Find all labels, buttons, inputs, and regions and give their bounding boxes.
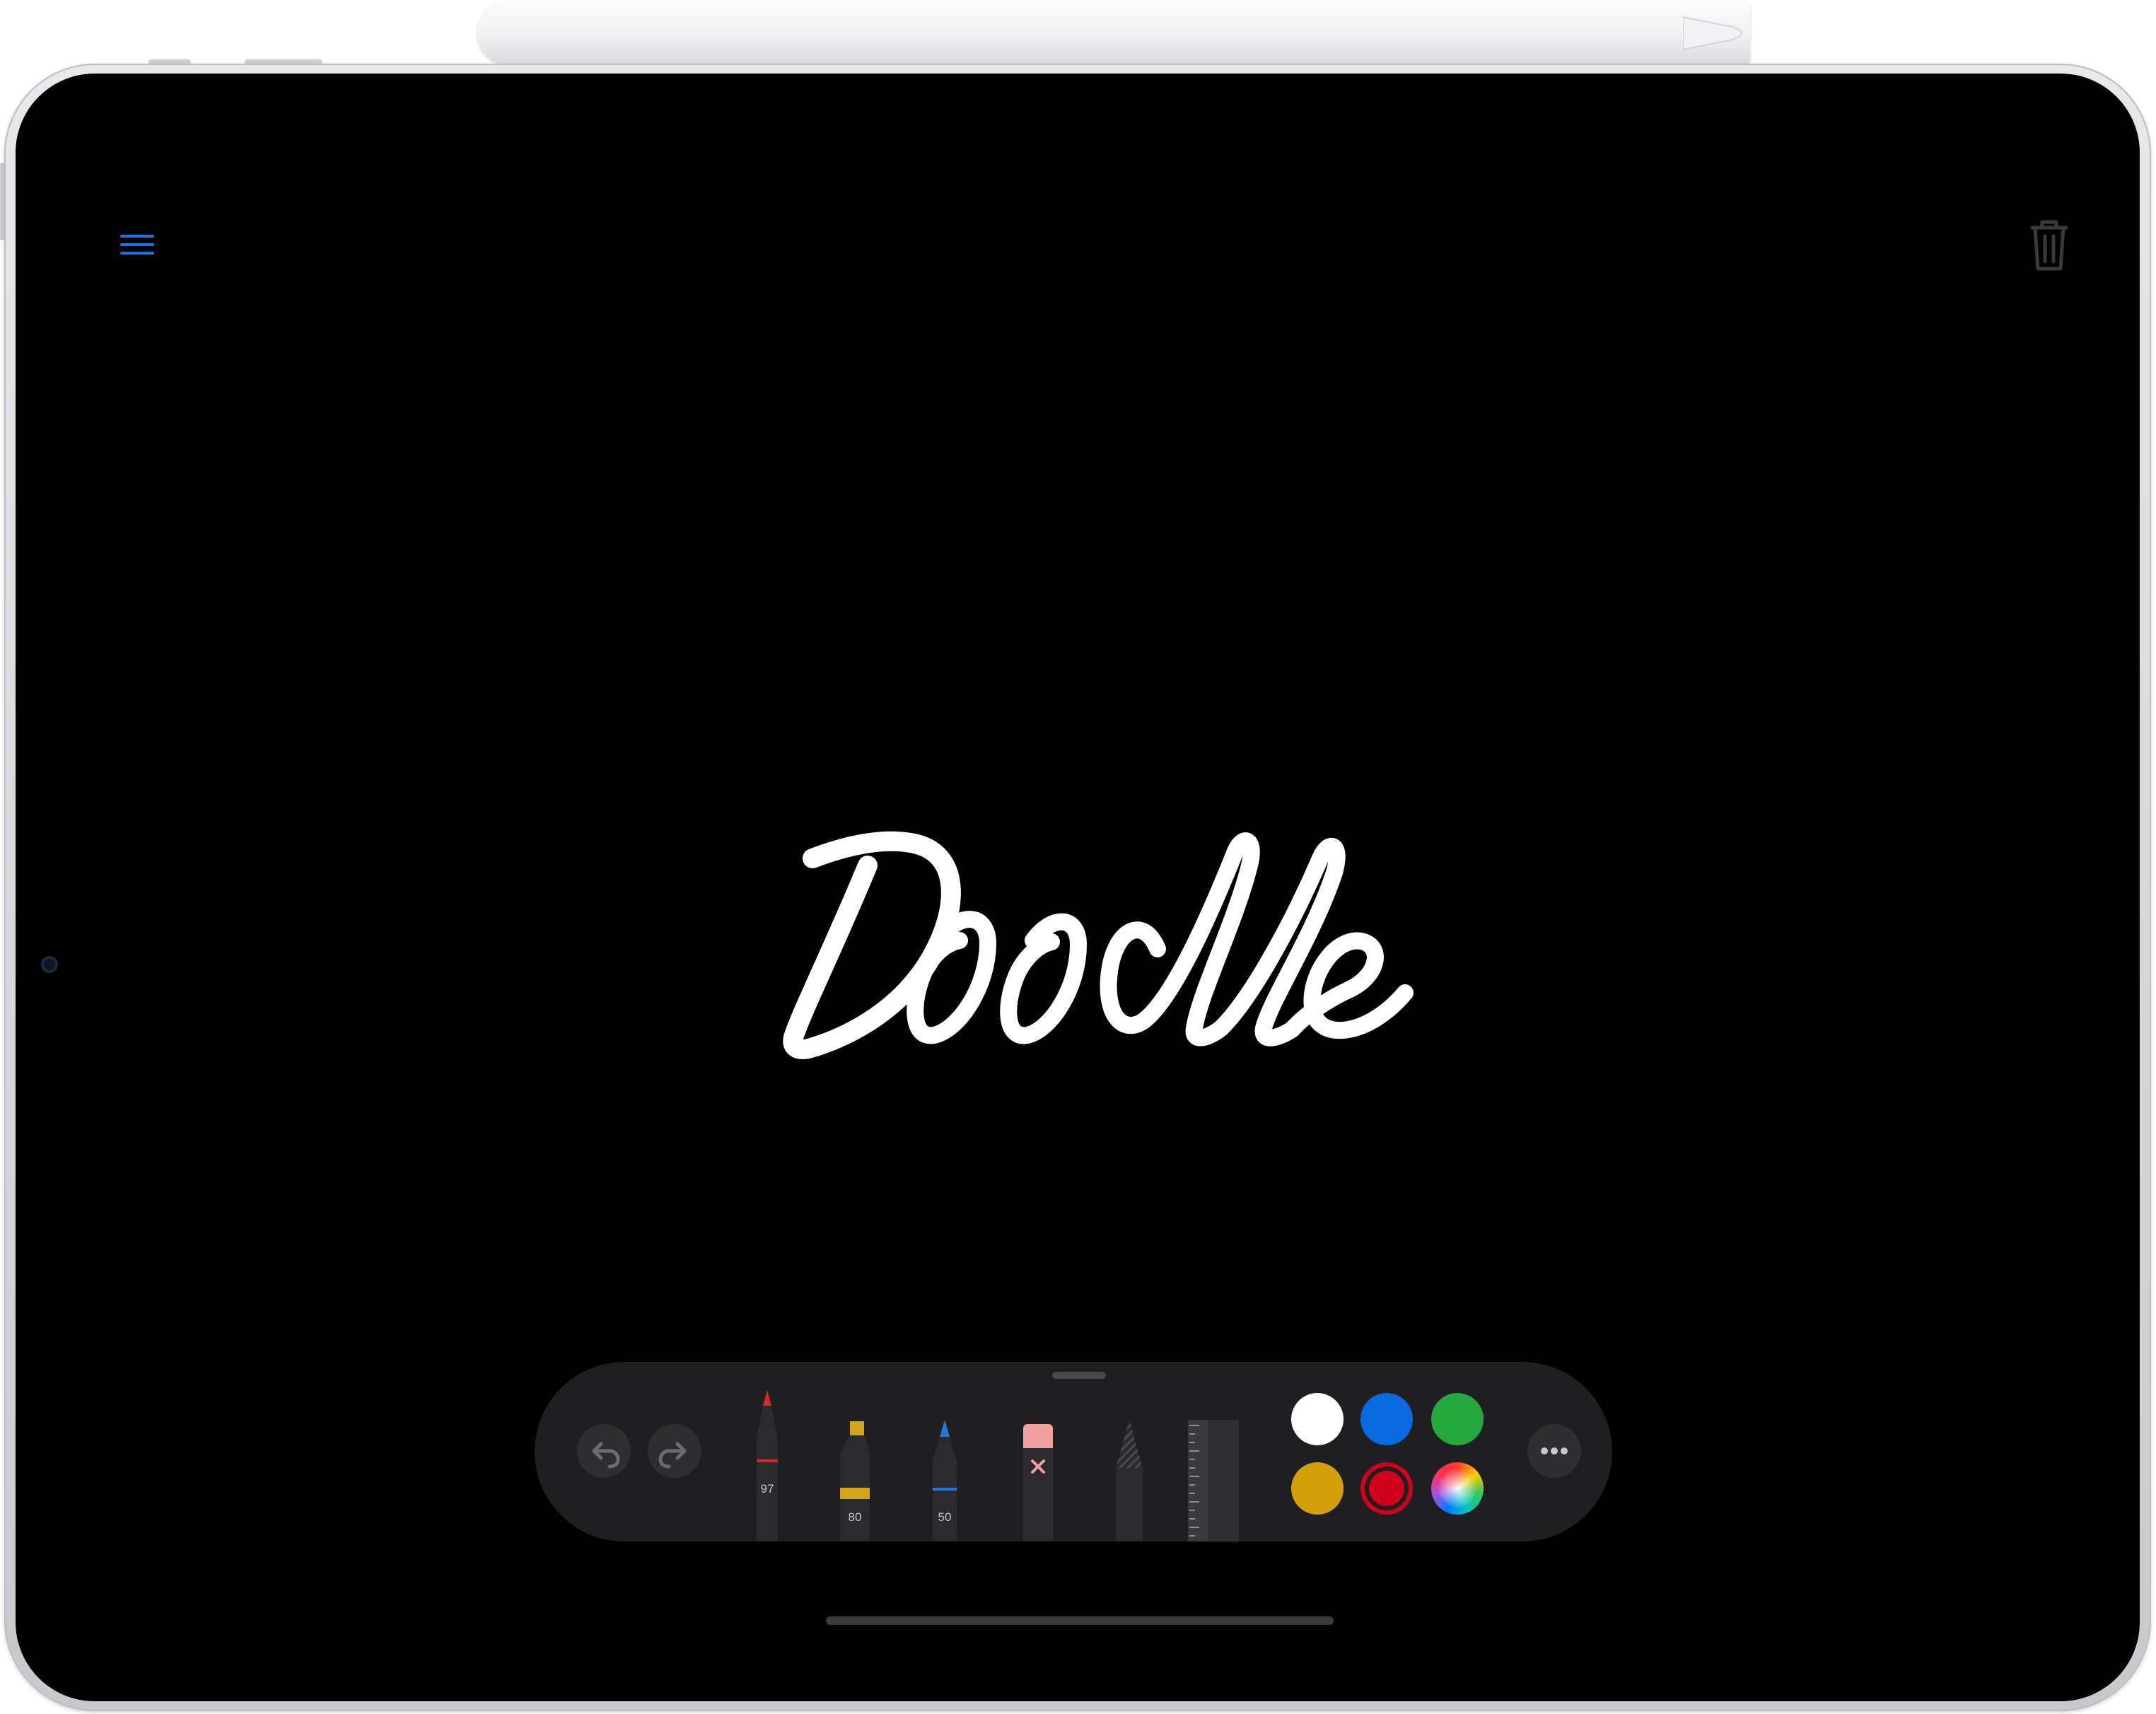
home-indicator[interactable] <box>826 1616 1334 1625</box>
redo-icon <box>658 1442 687 1469</box>
camera-sensor <box>41 956 58 973</box>
color-swatch-white[interactable] <box>1291 1393 1344 1445</box>
menu-icon[interactable] <box>106 215 168 277</box>
pencil-tool[interactable]: 50 <box>927 1418 962 1541</box>
apple-pencil <box>477 0 1750 65</box>
color-picker-wheel[interactable] <box>1431 1462 1484 1515</box>
tool-palette: 97 80 50 <box>535 1362 1612 1541</box>
pen-icon <box>757 1390 778 1541</box>
redo-button[interactable] <box>648 1424 701 1478</box>
ruler-icon <box>1188 1420 1239 1541</box>
ellipsis-icon <box>1541 1447 1568 1454</box>
more-options-button[interactable] <box>1527 1424 1581 1478</box>
ruler-tool[interactable] <box>1187 1420 1240 1541</box>
color-swatch-red-selected[interactable] <box>1360 1462 1413 1515</box>
color-swatch-green[interactable] <box>1431 1393 1484 1445</box>
eraser-icon <box>1023 1424 1053 1541</box>
selected-red-inner <box>1369 1471 1404 1506</box>
doodle-handwriting <box>783 831 1414 1059</box>
pencil-tip <box>1683 16 1742 51</box>
pen-tool[interactable]: 97 <box>750 1389 785 1541</box>
undo-icon <box>592 1442 620 1469</box>
color-swatch-blue[interactable] <box>1360 1393 1413 1445</box>
color-swatch-yellow[interactable] <box>1291 1462 1344 1515</box>
marker-tool[interactable]: 80 <box>837 1420 873 1541</box>
palette-grabber[interactable] <box>1052 1372 1106 1379</box>
marker-width-label: 80 <box>848 1510 862 1524</box>
undo-button[interactable] <box>577 1424 631 1478</box>
lasso-icon <box>1116 1420 1143 1541</box>
trash-icon[interactable] <box>2022 211 2076 279</box>
pencil-width-label: 50 <box>938 1510 952 1524</box>
pen-width-label: 97 <box>760 1482 774 1496</box>
color-wheel-center <box>1438 1469 1476 1508</box>
lasso-tool[interactable] <box>1112 1418 1147 1541</box>
eraser-tool[interactable] <box>1020 1420 1056 1541</box>
